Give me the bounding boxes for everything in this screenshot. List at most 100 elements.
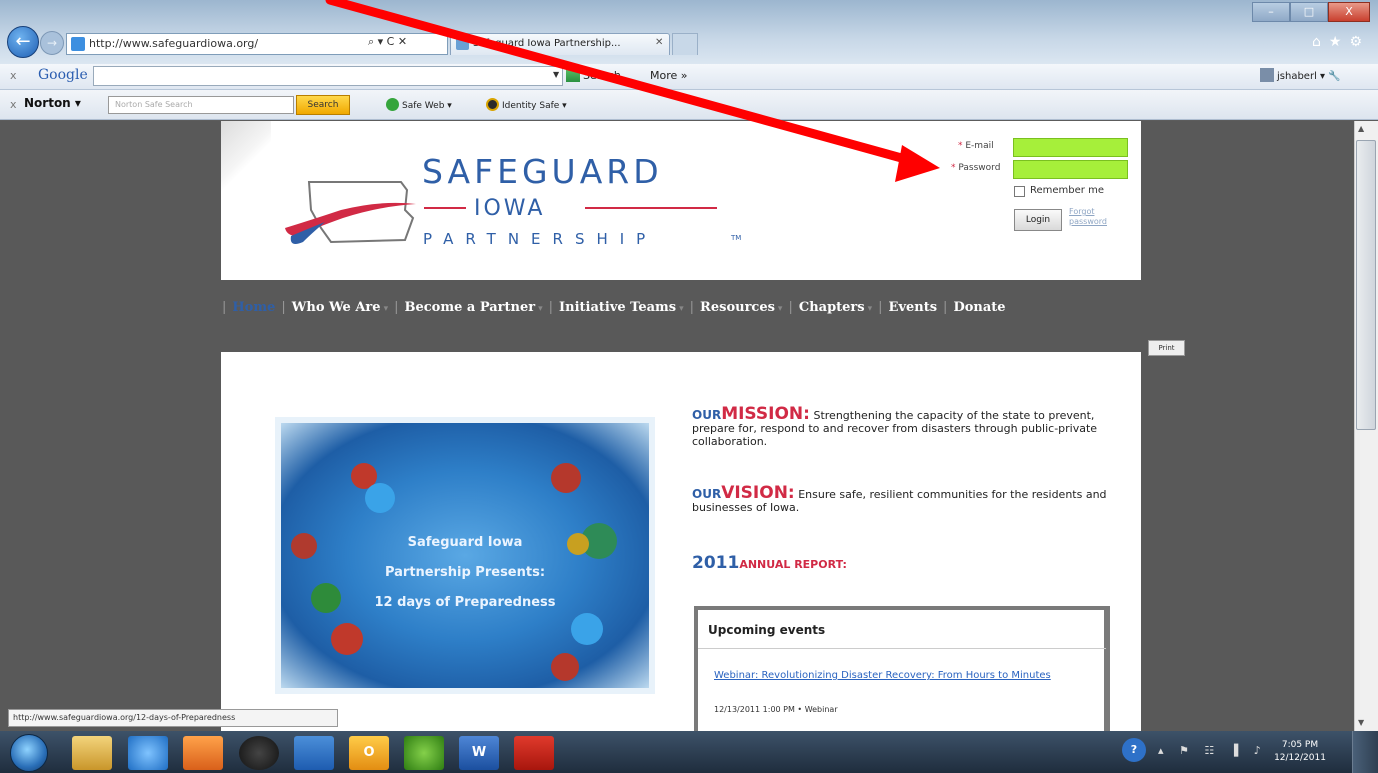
forward-button[interactable]: →	[40, 31, 64, 55]
forgot-password-link[interactable]: Forgot password	[1069, 207, 1129, 227]
minimize-button[interactable]: –	[1252, 2, 1290, 22]
mission-statement: OURMISSION: Strengthening the capacity o…	[692, 406, 1122, 449]
vision-our: OUR	[692, 487, 722, 501]
remember-me-checkbox[interactable]	[1014, 186, 1025, 197]
tab-favicon-icon	[456, 37, 469, 50]
show-desktop-button[interactable]	[1352, 731, 1378, 773]
google-search-input[interactable]	[93, 66, 563, 86]
scroll-up-arrow-icon[interactable]: ▲	[1358, 124, 1364, 133]
address-bar-tools[interactable]: ⌕ ▾ C ✕	[368, 35, 407, 49]
event-title-link[interactable]: Webinar: Revolutionizing Disaster Recove…	[714, 669, 1094, 682]
hero-banner-12-days-of-preparedness[interactable]: Safeguard Iowa Partnership Presents: 12 …	[275, 417, 655, 694]
email-label-text: E-mail	[965, 141, 994, 151]
wrench-icon[interactable]: 🔧	[1328, 71, 1340, 82]
browser-tab[interactable]: Safeguard Iowa Partnership...	[450, 33, 670, 55]
maximize-button[interactable]: □	[1290, 2, 1328, 22]
chevron-down-icon[interactable]: ▾	[535, 304, 543, 314]
taskbar-hp-icon[interactable]	[239, 736, 279, 770]
google-user-menu[interactable]: jshaberl ▾ 🔧	[1260, 68, 1341, 82]
page-favicon-icon	[71, 37, 85, 51]
norton-search-input[interactable]: Norton Safe Search	[108, 96, 294, 114]
remember-me-label: Remember me	[1030, 185, 1104, 196]
nav-separator: |	[689, 300, 695, 315]
new-tab-button[interactable]	[672, 33, 698, 55]
iowa-map-logo-icon	[285, 181, 416, 244]
nav-item-donate[interactable]: Donate	[953, 300, 1005, 315]
divider	[698, 648, 1106, 649]
user-avatar	[1260, 68, 1274, 82]
scroll-down-arrow-icon[interactable]: ▼	[1358, 718, 1364, 727]
taskbar-mail-icon[interactable]	[294, 736, 334, 770]
required-mark: *	[958, 141, 963, 151]
safe-web-menu[interactable]: Safe Web ▾	[386, 98, 452, 111]
taskbar-internet-explorer-icon[interactable]	[128, 736, 168, 770]
annual-report-label: ANNUAL REPORT:	[739, 558, 847, 571]
nav-separator: |	[222, 300, 227, 315]
google-search-button[interactable]: Search	[566, 68, 621, 82]
event-meta: 12/13/2011 1:00 PM • Webinar	[714, 705, 838, 714]
address-bar-url: http://www.safeguardiowa.org/	[89, 37, 259, 50]
clock-time: 7:05 PM	[1281, 740, 1319, 750]
chevron-down-icon[interactable]: ▾	[381, 304, 389, 314]
nav-separator: |	[394, 300, 399, 315]
nav-separator: |	[281, 300, 286, 315]
email-field[interactable]	[1013, 138, 1128, 157]
ornament-icon	[551, 653, 579, 681]
google-toolbar-close-icon[interactable]: x	[10, 69, 17, 82]
tab-title: Safeguard Iowa Partnership...	[473, 38, 621, 49]
status-bar-url: http://www.safeguardiowa.org/12-days-of-…	[8, 709, 338, 727]
google-logo: Google	[38, 67, 88, 83]
nav-item-home[interactable]: Home	[232, 300, 275, 315]
main-navigation: | Home | Who We Are ▾ | Become a Partner ▾ | Init…	[216, 300, 1136, 320]
taskbar-spotify-icon[interactable]	[404, 736, 444, 770]
nav-item-events[interactable]: Events	[889, 300, 938, 315]
back-arrow-icon: ←	[15, 31, 31, 52]
start-button[interactable]	[10, 734, 48, 772]
taskbar-word-icon[interactable]: W	[459, 736, 499, 770]
help-icon[interactable]: ?	[1122, 738, 1146, 762]
identity-safe-menu[interactable]: Identity Safe ▾	[486, 98, 567, 111]
taskbar-media-player-icon[interactable]	[183, 736, 223, 770]
scrollbar-thumb[interactable]	[1356, 140, 1376, 430]
system-clock[interactable]: 7:05 PM 12/12/2011	[1265, 739, 1335, 765]
password-field[interactable]	[1013, 160, 1128, 179]
logo-divider	[585, 207, 717, 209]
nav-item-who-we-are[interactable]: Who We Are	[292, 300, 381, 315]
nav-separator: |	[943, 300, 948, 315]
hero-line-1: Safeguard Iowa	[407, 535, 523, 550]
nav-item-initiative-teams[interactable]: Initiative Teams	[559, 300, 676, 315]
nav-item-become-partner[interactable]: Become a Partner	[404, 300, 535, 315]
required-mark: *	[951, 163, 956, 173]
page-curl-decoration	[221, 121, 271, 201]
logo-divider	[424, 207, 466, 209]
norton-search-button[interactable]: Search	[296, 95, 350, 115]
mission-heading: MISSION:	[721, 404, 810, 424]
taskbar-outlook-icon[interactable]: O	[349, 736, 389, 770]
google-search-icon	[566, 68, 580, 82]
identity-safe-label: Identity Safe ▾	[502, 101, 567, 111]
nav-item-chapters[interactable]: Chapters	[799, 300, 865, 315]
back-button[interactable]: ←	[7, 26, 39, 58]
nav-separator: |	[548, 300, 554, 315]
norton-menu[interactable]: Norton ▾	[24, 96, 81, 110]
tab-close-icon[interactable]: ✕	[655, 37, 663, 48]
home-favorites-tools-icons[interactable]: ⌂★⚙	[1312, 34, 1370, 50]
system-tray-icons[interactable]: ▴ ⚑ ☷ ▐ ♪	[1158, 744, 1267, 757]
hero-line-3: 12 days of Preparedness	[374, 595, 556, 610]
nav-item-resources[interactable]: Resources	[700, 300, 775, 315]
print-icon[interactable]: Print	[1148, 340, 1185, 356]
annual-report-link[interactable]: 2011ANNUAL REPORT:	[692, 553, 847, 573]
chevron-down-icon[interactable]: ▾	[676, 304, 684, 314]
ornament-icon	[551, 463, 581, 493]
chevron-down-icon[interactable]: ▾	[865, 304, 873, 314]
google-search-dropdown-icon[interactable]: ▼	[553, 70, 559, 79]
mission-our: OUR	[692, 408, 722, 422]
taskbar-pdf-reader-icon[interactable]	[514, 736, 554, 770]
taskbar-explorer-icon[interactable]	[72, 736, 112, 770]
logo-partnership: PARTNERSHIP	[423, 230, 658, 248]
google-more-button[interactable]: More »	[650, 69, 688, 82]
norton-toolbar-close-icon[interactable]: x	[10, 98, 17, 111]
logo-trademark: TM	[731, 234, 742, 242]
close-window-button[interactable]: X	[1328, 2, 1370, 22]
login-button[interactable]: Login	[1014, 209, 1062, 231]
